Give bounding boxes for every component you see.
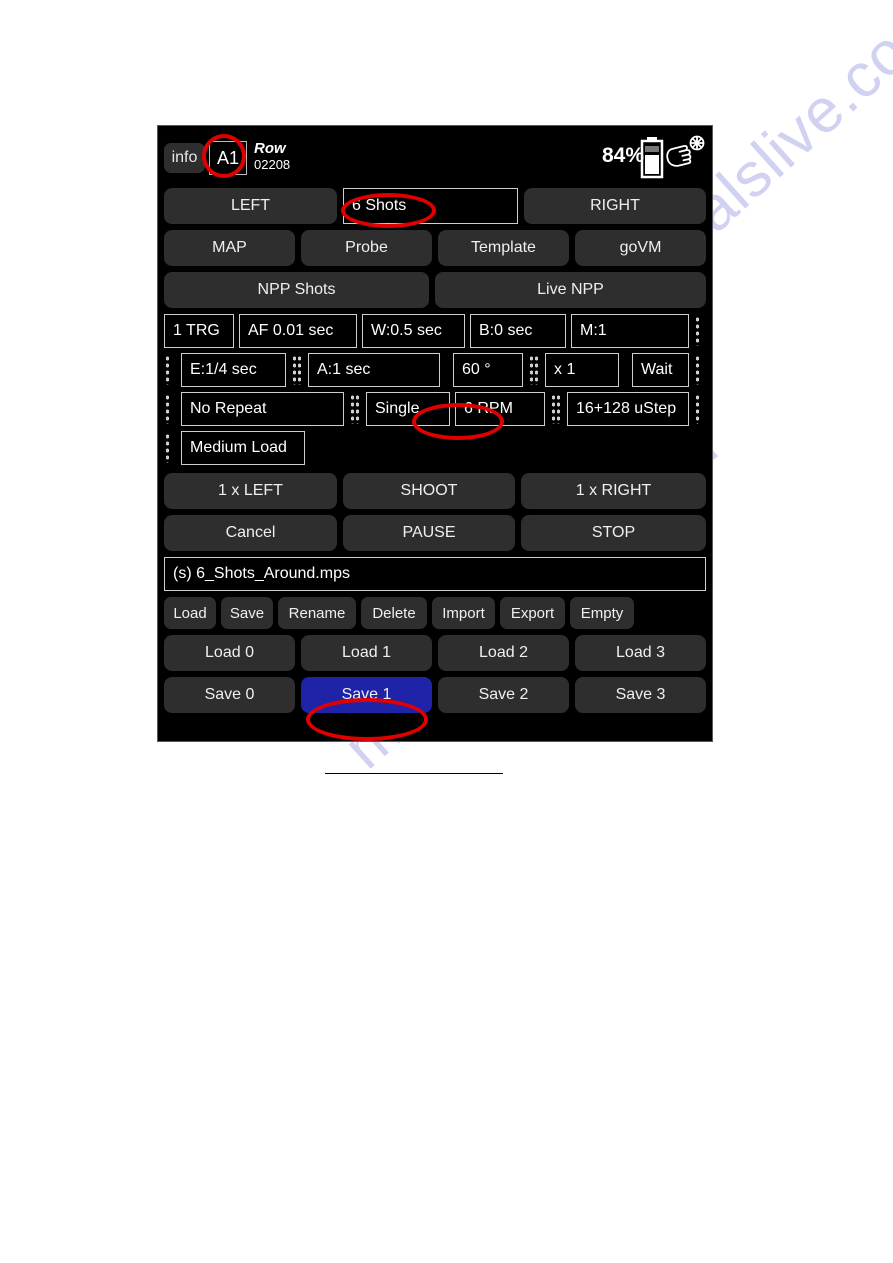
import-button[interactable]: Import [432,597,495,629]
row-label: Row [254,140,286,157]
param-exposure[interactable]: E:1/4 sec [181,353,286,387]
param-row-3: No Repeat Single 6 RPM 16+128 uStep [164,392,706,426]
probe-button[interactable]: Probe [301,230,432,266]
npp-shots-button[interactable]: NPP Shots [164,272,429,308]
param-a-delay[interactable]: A:1 sec [308,353,440,387]
param-angle[interactable]: 60 ° [453,353,523,387]
param-handle-a[interactable] [291,353,303,387]
load-slot-3-button[interactable]: Load 3 [575,635,706,671]
param-row-4: Medium Load [164,431,706,465]
save-slot-0-button[interactable]: Save 0 [164,677,295,713]
npp-row: NPP Shots Live NPP [164,272,706,308]
param-row-2-handle-left[interactable] [164,353,176,387]
param-b-delay[interactable]: B:0 sec [470,314,566,348]
param-row-2: E:1/4 sec A:1 sec 60 ° x 1 Wait [164,353,706,387]
param-microstep[interactable]: 16+128 uStep [567,392,689,426]
param-repeat-mode[interactable]: No Repeat [181,392,344,426]
left-button[interactable]: LEFT [164,188,337,224]
load-slots-row: Load 0 Load 1 Load 2 Load 3 [164,635,706,671]
param-wait[interactable]: Wait [632,353,689,387]
hand-pointer-icon[interactable] [662,134,706,181]
param-row-1: 1 TRG AF 0.01 sec W:0.5 sec B:0 sec M:1 [164,314,706,348]
param-rpm[interactable]: 6 RPM [455,392,545,426]
battery-icon [640,137,664,184]
delete-button[interactable]: Delete [361,597,427,629]
shoot-button[interactable]: SHOOT [343,473,515,509]
param-load-level[interactable]: Medium Load [181,431,305,465]
filename-row: (s) 6_Shots_Around.mps [164,557,706,591]
live-npp-button[interactable]: Live NPP [435,272,706,308]
file-ops-row: Load Save Rename Delete Import Export Em… [164,597,706,629]
info-button[interactable]: info [164,143,205,173]
channel-indicator[interactable]: A1 [209,141,247,175]
load-slot-1-button[interactable]: Load 1 [301,635,432,671]
action-row-1: 1 x LEFT SHOOT 1 x RIGHT [164,473,706,509]
status-header: info A1 Row 02208 84% [158,126,712,188]
export-button[interactable]: Export [500,597,565,629]
param-row-1-handle[interactable] [694,314,706,348]
param-row-3-handle-left[interactable] [164,392,176,426]
stop-button[interactable]: STOP [521,515,706,551]
save-slots-row: Save 0 Save 1 Save 2 Save 3 [164,677,706,713]
save-slot-1-button[interactable]: Save 1 [301,677,432,713]
battery-percent-label: 84% [601,144,644,167]
map-button[interactable]: MAP [164,230,295,266]
param-handle-multiplier[interactable] [528,353,540,387]
save-slot-3-button[interactable]: Save 3 [575,677,706,713]
one-x-right-button[interactable]: 1 x RIGHT [521,473,706,509]
mode-row: MAP Probe Template goVM [164,230,706,266]
right-button[interactable]: RIGHT [524,188,706,224]
filename-field[interactable]: (s) 6_Shots_Around.mps [164,557,706,591]
horizontal-rule [325,773,503,774]
govm-button[interactable]: goVM [575,230,706,266]
page-root: manualslive.com manualslive.com info A1 … [0,0,893,1263]
load-button[interactable]: Load [164,597,216,629]
save-button[interactable]: Save [221,597,273,629]
param-trigger-count[interactable]: 1 TRG [164,314,234,348]
param-handle-single[interactable] [349,392,361,426]
pause-button[interactable]: PAUSE [343,515,515,551]
param-m-multiplier[interactable]: M:1 [571,314,689,348]
param-repeat-multiplier[interactable]: x 1 [545,353,619,387]
template-button[interactable]: Template [438,230,569,266]
one-x-left-button[interactable]: 1 x LEFT [164,473,337,509]
param-w-delay[interactable]: W:0.5 sec [362,314,465,348]
row-number: 02208 [254,157,291,172]
load-slot-0-button[interactable]: Load 0 [164,635,295,671]
load-slot-2-button[interactable]: Load 2 [438,635,569,671]
param-row-4-handle-left[interactable] [164,431,176,465]
param-row-3-handle-right[interactable] [694,392,706,426]
param-handle-ustep[interactable] [550,392,562,426]
device-screen-panel: info A1 Row 02208 84% LEFT 6 Shots RIGHT… [157,125,713,742]
empty-button[interactable]: Empty [570,597,634,629]
save-slot-2-button[interactable]: Save 2 [438,677,569,713]
cancel-button[interactable]: Cancel [164,515,337,551]
direction-row: LEFT 6 Shots RIGHT [164,188,706,224]
param-af-delay[interactable]: AF 0.01 sec [239,314,357,348]
rename-button[interactable]: Rename [278,597,356,629]
action-row-2: Cancel PAUSE STOP [164,515,706,551]
shots-count-field[interactable]: 6 Shots [343,188,518,224]
param-shot-mode[interactable]: Single [366,392,450,426]
param-row-2-handle-right[interactable] [694,353,706,387]
